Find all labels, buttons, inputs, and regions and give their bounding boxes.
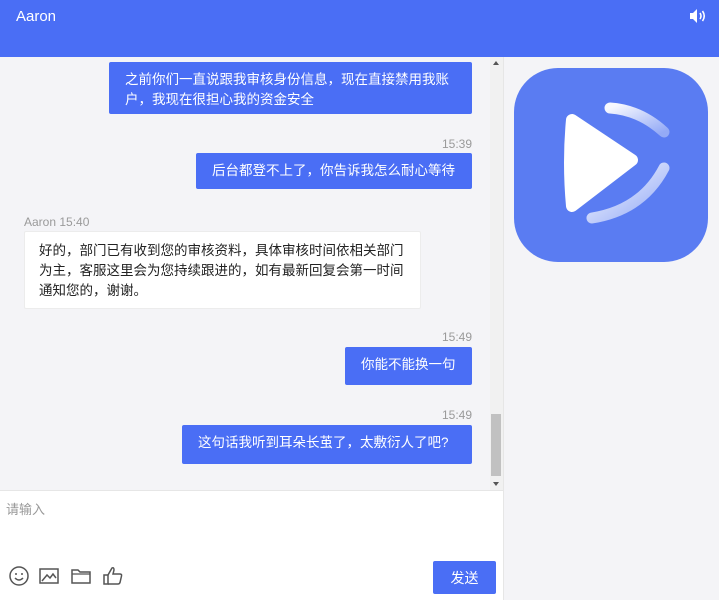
folder-icon[interactable] [69, 564, 93, 588]
message-text: 好的，部门已有收到您的审核资料，具体审核时间依相关部门为主，客服这里会为您持续跟… [39, 243, 404, 298]
scroll-down-arrow[interactable] [493, 482, 499, 486]
outgoing-message: 后台都登不上了，你告诉我怎么耐心等待 [196, 153, 472, 189]
message-text: 之前你们一直说跟我审核身份信息，现在直接禁用我账户，我现在很担心我的资金安全 [125, 72, 449, 107]
message-time: 15:49 [441, 330, 472, 344]
message-text: 这句话我听到耳朵长茧了，太敷衍人了吧? [198, 435, 449, 450]
message-list: 之前你们一直说跟我审核身份信息，现在直接禁用我账户，我现在很担心我的资金安全 1… [0, 57, 490, 490]
agent-name: Aaron [16, 8, 57, 25]
send-button[interactable]: 发送 [433, 561, 496, 594]
chat-scrollbar[interactable] [490, 57, 503, 490]
incoming-message: 好的，部门已有收到您的审核资料，具体审核时间依相关部门为主，客服这里会为您持续跟… [24, 231, 421, 309]
message-time: 15:39 [441, 137, 472, 151]
message-sender-time: Aaron 15:40 [24, 215, 90, 229]
thumbs-up-icon[interactable] [101, 564, 125, 588]
chat-header: Aaron [0, 0, 719, 57]
outgoing-message: 你能不能换一句 [345, 347, 472, 385]
message-text: 你能不能换一句 [361, 357, 456, 372]
scroll-up-arrow[interactable] [493, 61, 499, 65]
scroll-thumb[interactable] [491, 414, 501, 476]
outgoing-message: 之前你们一直说跟我审核身份信息，现在直接禁用我账户，我现在很担心我的资金安全 [109, 62, 472, 114]
message-input[interactable] [6, 499, 486, 539]
emoji-icon[interactable] [7, 564, 31, 588]
brand-panel [504, 57, 719, 600]
message-text: 后台都登不上了，你告诉我怎么耐心等待 [212, 163, 455, 178]
message-time: 15:49 [441, 408, 472, 422]
outgoing-message: 这句话我听到耳朵长茧了，太敷衍人了吧? [182, 425, 472, 464]
app-logo [514, 68, 708, 262]
speaker-icon[interactable] [689, 8, 707, 24]
image-icon[interactable] [37, 564, 61, 588]
